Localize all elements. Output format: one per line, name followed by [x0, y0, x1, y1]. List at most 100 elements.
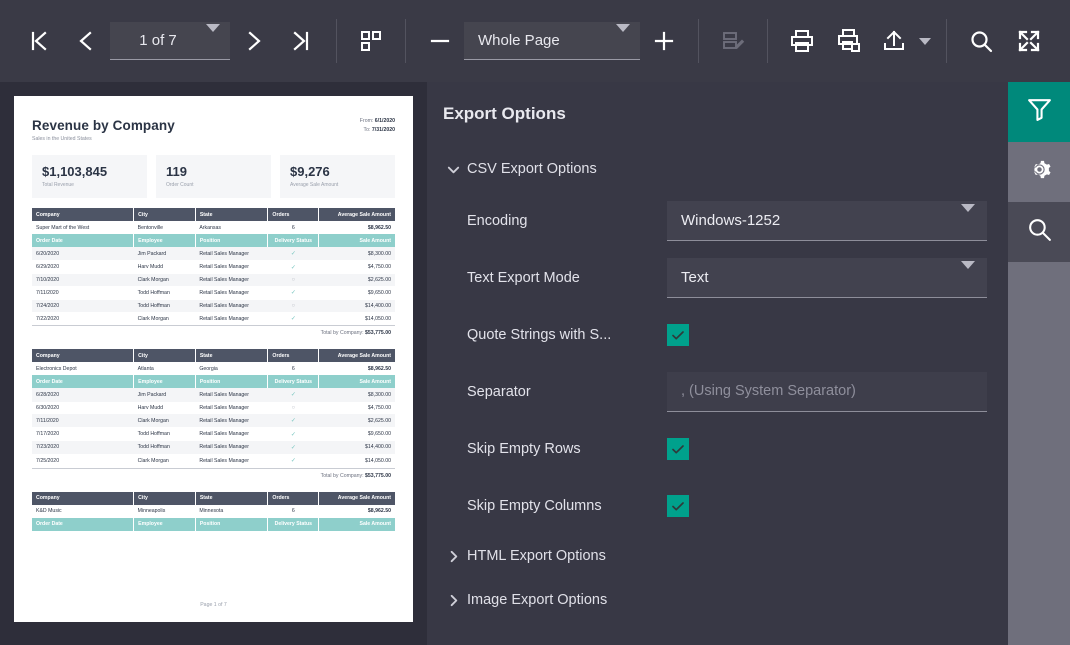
report-date-range: From: 6/1/2020 To: 7/31/2020 [360, 118, 395, 136]
report-subtitle: Sales in the United States [32, 136, 92, 142]
detail-header-row: Order Date Employee Position Delivery Statu… [32, 517, 395, 531]
print-current-page-button[interactable] [826, 17, 874, 65]
employee-name: Clark Morgan [137, 457, 169, 464]
company-total-row: Total by Company: $53,775.00 [32, 325, 395, 340]
column-header: State [195, 208, 269, 221]
previous-page-button[interactable] [62, 17, 110, 65]
page-footer: Page 1 of 7 [200, 602, 227, 608]
company-city: Bentonville [133, 221, 196, 234]
option-row-skip-empty-rows: Skip Empty Rows [427, 420, 1008, 477]
option-row-separator: Separator , (Using System Separator) [427, 363, 1008, 420]
group-csv-export-options[interactable]: CSV Export Options [427, 154, 1008, 184]
column-header: Sale Amount [318, 517, 395, 531]
company-city: Minneapolis [133, 504, 196, 518]
option-row-text-export-mode: Text Export Mode Text [427, 249, 1008, 306]
column-header: Orders [267, 208, 320, 221]
table-row: 7/24/2020 Todd Hoffman Retail Sales Manage… [32, 299, 395, 312]
company-row: Super Mart of the West Bentonville Arkansa… [32, 221, 395, 234]
fullscreen-button[interactable] [1005, 17, 1053, 65]
column-header: Position [195, 375, 269, 389]
company-total-row: Total by Company: $53,775.00 [32, 467, 395, 482]
company-name: Electronics Depot [32, 362, 134, 376]
gear-icon [1026, 156, 1053, 188]
zoom-out-button[interactable] [416, 17, 464, 65]
employee-name: Todd Hoffman [137, 289, 170, 296]
company-row: K&D Music Minneapolis Minnesota 6 $8,962.50 [32, 504, 395, 518]
kpi-value: $1,103,845 [42, 164, 108, 179]
table-row: 7/22/2020 Clark Morgan Retail Sales Manage… [32, 312, 395, 326]
kpi-card: $1,103,845 Total Revenue [32, 155, 147, 198]
order-date: 7/17/2020 [36, 431, 60, 438]
zoom-level-combo[interactable]: Whole Page [464, 22, 640, 60]
company-name: Super Mart of the West [32, 221, 134, 234]
delivery-status-icon: ○ [267, 273, 319, 287]
rail-item-filter[interactable] [1008, 82, 1070, 142]
page-number-combo[interactable]: 1 of 7 [110, 22, 230, 60]
rail-item-search[interactable] [1008, 202, 1070, 262]
delivery-status-icon: ✓ [290, 264, 296, 271]
delivery-status-icon: ✓ [267, 247, 319, 261]
delivery-status-icon: ✓ [290, 316, 296, 323]
edit-fields-button[interactable] [709, 17, 757, 65]
table-row: 6/20/2020 Jim Packard Retail Sales Manager… [32, 247, 395, 261]
option-row-encoding: Encoding Windows-1252 [427, 192, 1008, 249]
chevron-down-icon [616, 24, 630, 49]
export-options-panel: Export Options CSV Export Options Encodi… [427, 82, 1008, 645]
zoom-in-button[interactable] [640, 17, 688, 65]
sale-amount: $9,650.00 [367, 289, 391, 296]
encoding-select[interactable]: Windows-1252 [667, 200, 987, 241]
group-image-export-options[interactable]: Image Export Options [427, 578, 1008, 622]
date-to-label: To: [363, 127, 371, 133]
quote-strings-checkbox[interactable] [667, 323, 689, 346]
table-row: 6/30/2020 Harv Mudd Retail Sales Manager ○ $… [32, 402, 395, 414]
print-button[interactable] [778, 17, 826, 65]
document-preview-pane[interactable]: Revenue by Company Sales in the United S… [0, 82, 427, 645]
search-button[interactable] [957, 17, 1005, 65]
separator-input[interactable]: , (Using System Separator) [667, 371, 987, 412]
employee-position: Retail Sales Manager [195, 273, 268, 287]
order-date: 7/10/2020 [32, 273, 134, 287]
order-date: 7/23/2020 [32, 440, 134, 455]
chevron-down-icon [206, 24, 220, 49]
employee-position: Retail Sales Manager [195, 440, 268, 455]
right-tool-rail [1008, 82, 1070, 645]
panel-title: Export Options [443, 104, 566, 123]
first-page-button[interactable] [14, 17, 62, 65]
delivery-status-icon: ○ [267, 299, 319, 312]
search-icon [1026, 216, 1053, 248]
employee-position: Retail Sales Manager [195, 414, 268, 428]
skip-empty-rows-checkbox[interactable] [667, 437, 689, 460]
next-page-button[interactable] [230, 17, 278, 65]
column-header: Average Sale Amount [318, 349, 395, 363]
kpi-card: 119 Order Count [156, 155, 271, 198]
table-row: 7/10/2020 Clark Morgan Retail Sales Manage… [32, 273, 395, 287]
delivery-status-icon: ✓ [267, 414, 319, 428]
employee-position: Retail Sales Manager [199, 457, 249, 464]
page-layout-button[interactable] [347, 17, 395, 65]
column-header: Delivery Status [267, 375, 320, 389]
option-label: Skip Empty Columns [467, 497, 602, 514]
toolbar-divider [946, 19, 947, 63]
toolbar-divider [405, 19, 406, 63]
text-export-mode-select[interactable]: Text [667, 257, 987, 298]
column-header: Position [195, 234, 269, 247]
delivery-status-icon: ✓ [290, 458, 296, 465]
kpi-label: Order Count [166, 182, 194, 188]
group-html-export-options[interactable]: HTML Export Options [427, 534, 1008, 578]
last-page-button[interactable] [278, 17, 326, 65]
skip-empty-columns-checkbox[interactable] [667, 494, 689, 517]
column-header: Orders [267, 349, 320, 363]
sale-amount: $14,050.00 [365, 457, 391, 464]
export-dropdown-button[interactable] [914, 37, 936, 45]
employee-position: Retail Sales Manager [199, 264, 249, 271]
table-row: 7/23/2020 Todd Hoffman Retail Sales Manage… [32, 440, 395, 455]
date-to-value: 7/31/2020 [371, 127, 395, 133]
page-number-value: 1 of 7 [139, 32, 177, 49]
column-header: Delivery Status [267, 234, 320, 247]
export-upload-button[interactable] [874, 17, 914, 65]
export-split-button[interactable] [874, 17, 936, 65]
report-title: Revenue by Company [32, 118, 175, 133]
rail-item-settings[interactable] [1008, 142, 1070, 202]
detail-header-row: Order Date Employee Position Delivery Statu… [32, 234, 395, 247]
order-date: 7/11/2020 [32, 414, 134, 428]
